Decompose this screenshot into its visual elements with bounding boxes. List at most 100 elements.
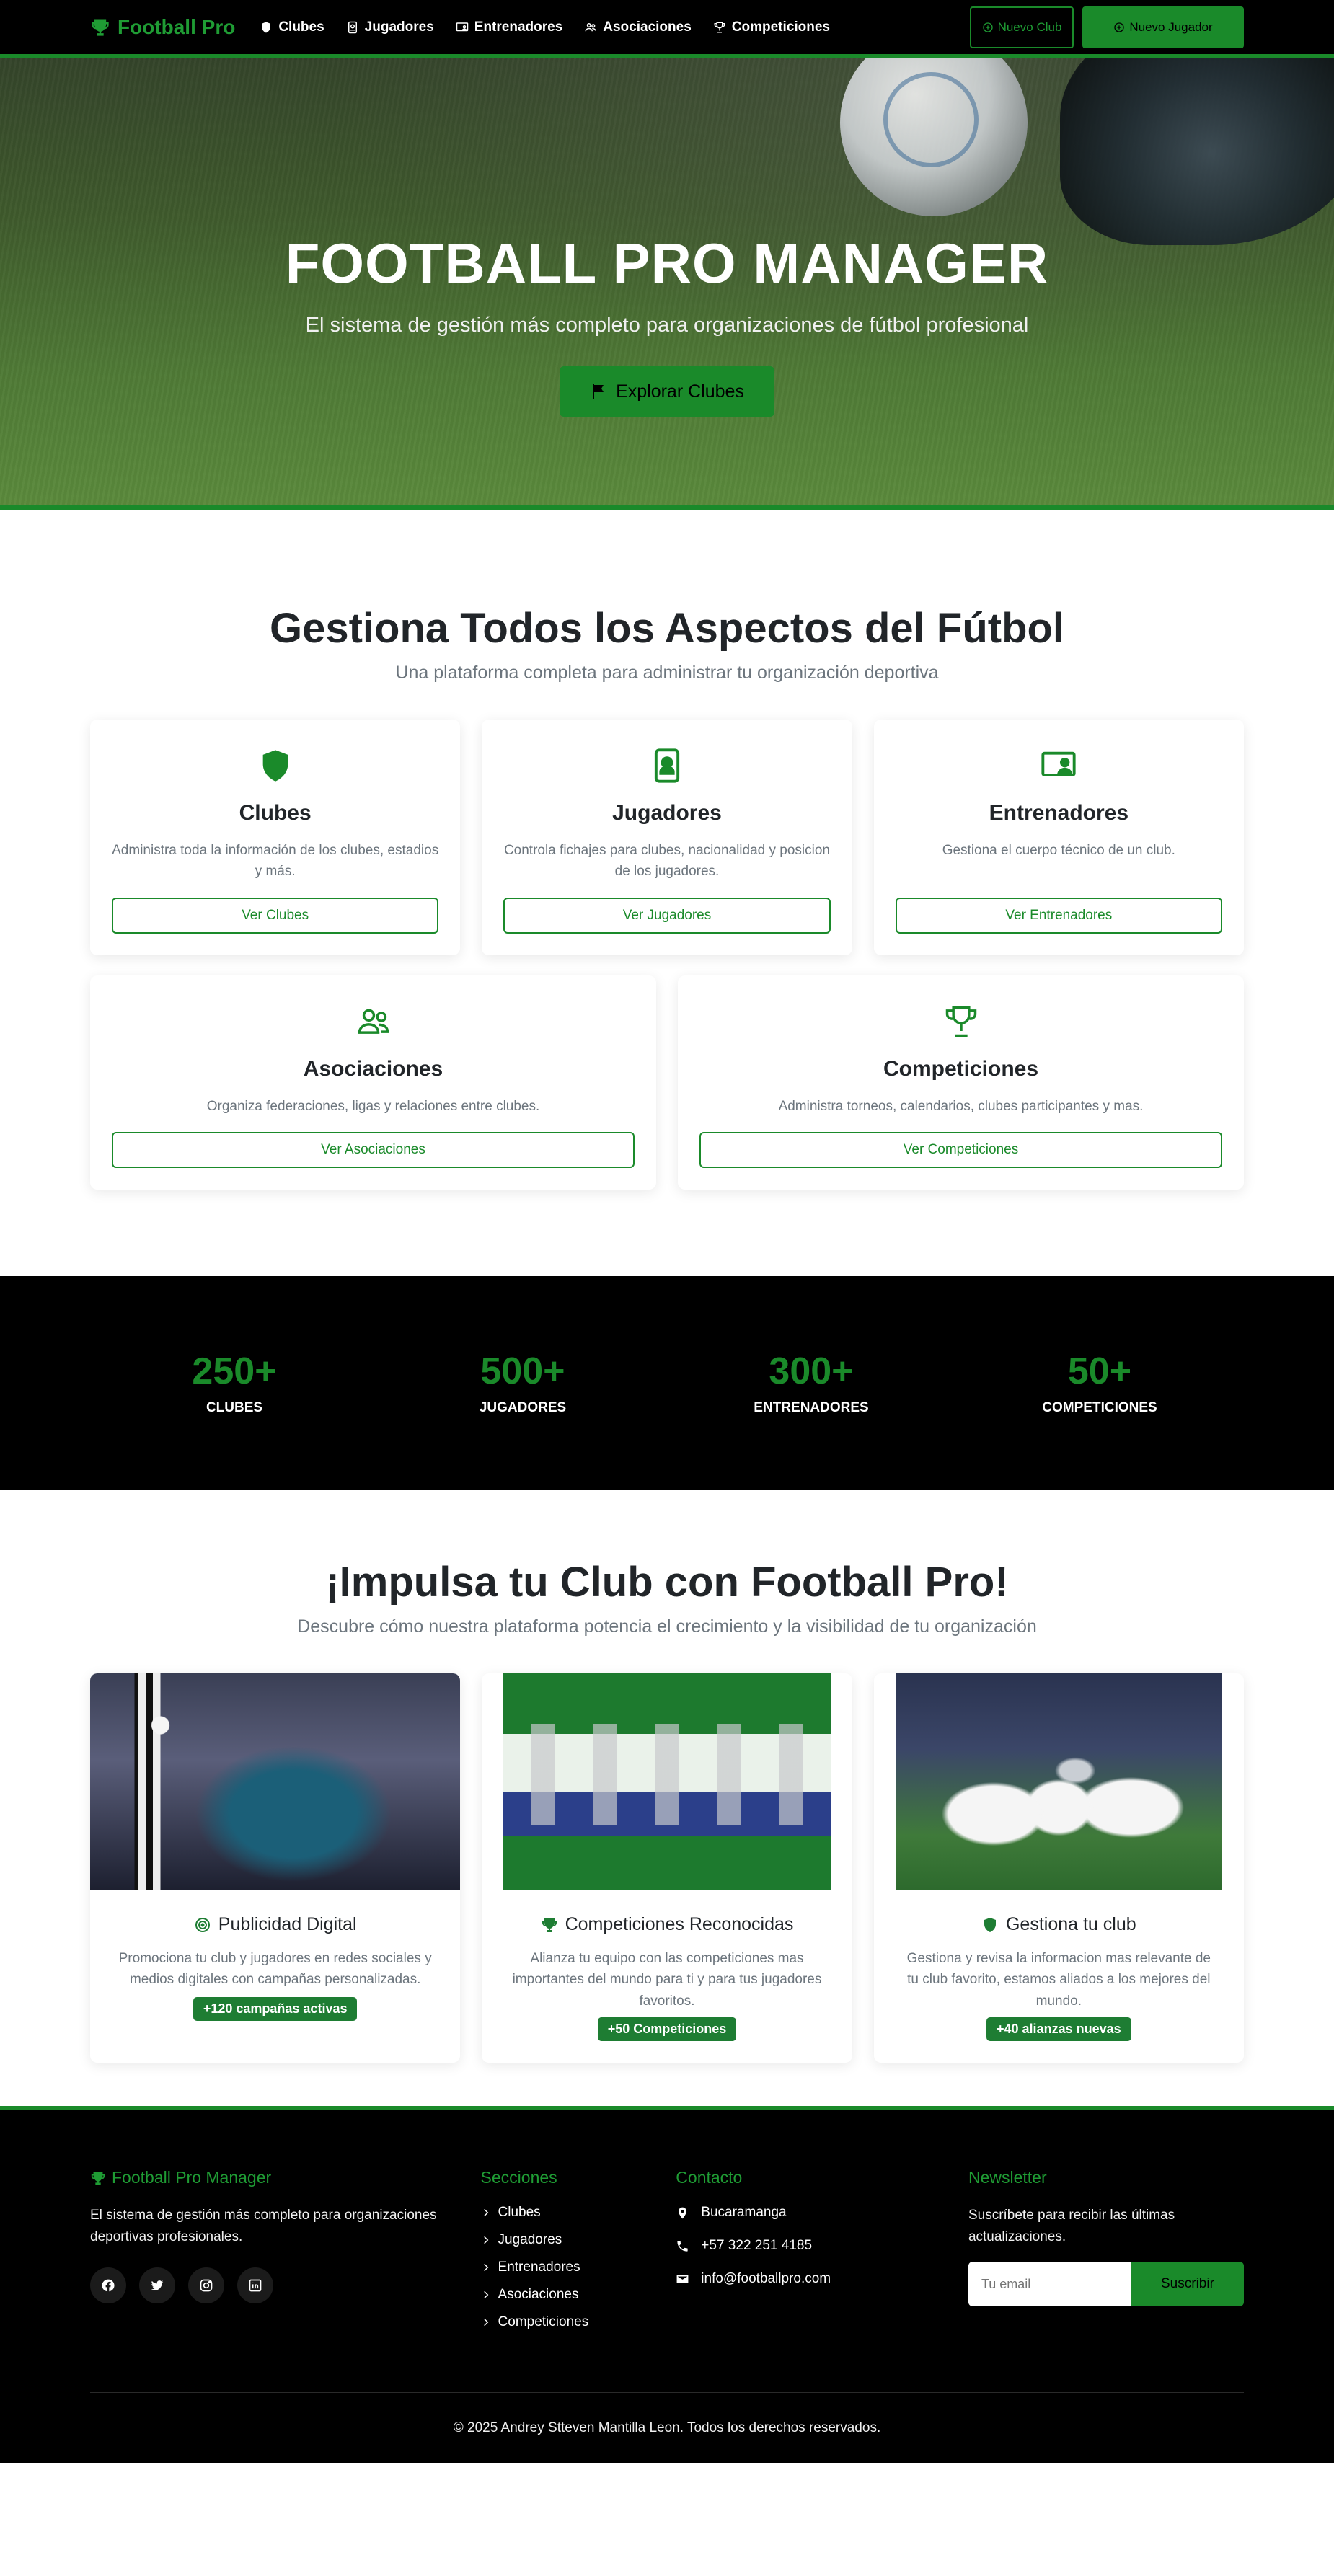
nav-item-jugadores[interactable]: Jugadores bbox=[346, 19, 434, 35]
footer-link-label: Entrenadores bbox=[498, 2259, 580, 2275]
brand-logo[interactable]: Football Pro bbox=[90, 16, 235, 39]
card-title: Asociaciones bbox=[303, 1057, 443, 1081]
promo-section: ¡Impulsa tu Club con Football Pro! Descu… bbox=[0, 1490, 1334, 2106]
promo-card-title: Competiciones Reconocidas bbox=[482, 1914, 852, 1935]
footer-about: Football Pro Manager El sistema de gesti… bbox=[90, 2168, 481, 2342]
footer-link-clubes[interactable]: Clubes bbox=[481, 2205, 676, 2221]
footer-link-asociaciones[interactable]: Asociaciones bbox=[481, 2287, 676, 2303]
bicycle-kick-photo bbox=[90, 1673, 461, 1890]
contact-email-address: info@footballpro.com bbox=[701, 2271, 831, 2287]
subscribe-button[interactable]: Suscribir bbox=[1131, 2262, 1244, 2307]
nav-item-asociaciones[interactable]: Asociaciones bbox=[584, 19, 692, 35]
contact-email: info@footballpro.com bbox=[676, 2271, 968, 2287]
view-associations-button[interactable]: Ver Asociaciones bbox=[112, 1132, 635, 1168]
feature-card-jugadores: Jugadores Controla fichajes para clubes,… bbox=[482, 720, 852, 955]
promo-card-title-text: Competiciones Reconocidas bbox=[565, 1914, 794, 1934]
nav-item-label: Entrenadores bbox=[474, 19, 563, 35]
view-coaches-button[interactable]: Ver Entrenadores bbox=[895, 898, 1222, 934]
stat-value: 500+ bbox=[480, 1350, 565, 1392]
stats-band: 250+ CLUBES 500+ JUGADORES 300+ ENTRENAD… bbox=[0, 1276, 1334, 1490]
promo-card-description: Gestiona y revisa la informacion mas rel… bbox=[906, 1951, 1211, 2009]
coach-icon bbox=[456, 22, 469, 31]
people-icon bbox=[358, 1009, 389, 1034]
shield-icon bbox=[262, 22, 271, 32]
footer-newsletter-title: Newsletter bbox=[968, 2168, 1047, 2187]
facebook-link[interactable] bbox=[90, 2267, 126, 2304]
card-title: Clubes bbox=[239, 801, 312, 825]
view-competitions-button[interactable]: Ver Competiciones bbox=[699, 1132, 1222, 1168]
id-badge-icon bbox=[348, 21, 357, 33]
contact-phone: +57 322 251 4185 bbox=[676, 2238, 968, 2254]
card-description: Administra torneos, calendarios, clubes … bbox=[778, 1099, 1144, 1114]
promo-card-title: Gestiona tu club bbox=[874, 1914, 1244, 1935]
stat-clubes: 250+ CLUBES bbox=[90, 1350, 379, 1416]
footer-link-jugadores[interactable]: Jugadores bbox=[481, 2232, 676, 2248]
new-player-button[interactable]: Nuevo Jugador bbox=[1082, 6, 1244, 48]
promo-grid: Publicidad Digital Promociona tu club y … bbox=[90, 1673, 1244, 2063]
hero-content: FOOTBALL PRO MANAGER El sistema de gesti… bbox=[0, 231, 1334, 417]
footer-columns: Football Pro Manager El sistema de gesti… bbox=[90, 2168, 1244, 2342]
flag-icon bbox=[593, 384, 604, 399]
footer-link-entrenadores[interactable]: Entrenadores bbox=[481, 2259, 676, 2275]
stat-jugadores: 500+ JUGADORES bbox=[379, 1350, 667, 1416]
footer-contact: Contacto Bucaramanga +57 322 251 4185 in… bbox=[676, 2168, 968, 2342]
new-club-label: Nuevo Club bbox=[997, 19, 1062, 34]
trophy-icon bbox=[714, 22, 725, 32]
footer-contact-title: Contacto bbox=[676, 2168, 743, 2187]
features-row-1: Clubes Administra toda la información de… bbox=[90, 720, 1244, 955]
trophy-icon bbox=[542, 1918, 557, 1932]
feature-card-competiciones: Competiciones Administra torneos, calend… bbox=[678, 975, 1244, 1190]
hero-subtitle: El sistema de gestión más completo para … bbox=[305, 314, 1029, 337]
nav-item-entrenadores[interactable]: Entrenadores bbox=[456, 19, 562, 35]
trophy-icon bbox=[91, 2172, 105, 2185]
linkedin-link[interactable] bbox=[237, 2267, 273, 2304]
promo-card-description: Alianza tu equipo con las competiciones … bbox=[512, 1951, 822, 2009]
card-title: Entrenadores bbox=[989, 801, 1129, 825]
soccer-ball-image bbox=[840, 58, 1028, 216]
card-title: Competiciones bbox=[883, 1057, 1039, 1081]
stat-value: 300+ bbox=[769, 1350, 854, 1392]
nav-item-clubes[interactable]: Clubes bbox=[260, 19, 324, 35]
copyright: © 2025 Andrey Stteven Mantilla Leon. Tod… bbox=[90, 2392, 1244, 2463]
chevron-right-icon bbox=[483, 2291, 488, 2299]
nav-item-competiciones[interactable]: Competiciones bbox=[713, 19, 830, 35]
phone-icon bbox=[677, 2241, 688, 2252]
promo-card-title-text: Gestiona tu club bbox=[1005, 1914, 1136, 1934]
instagram-link[interactable] bbox=[188, 2267, 224, 2304]
footer-brand: Football Pro Manager bbox=[90, 2168, 481, 2187]
features-section: Gestiona Todos los Aspectos del Fútbol U… bbox=[0, 510, 1334, 1276]
nav-item-label: Clubes bbox=[278, 19, 324, 35]
promo-card-competiciones: Competiciones Reconocidas Alianza tu equ… bbox=[482, 1673, 852, 2063]
social-links bbox=[90, 2267, 481, 2304]
new-club-button[interactable]: Nuevo Club bbox=[970, 6, 1074, 48]
hero-banner: FOOTBALL PRO MANAGER El sistema de gesti… bbox=[0, 58, 1334, 510]
stat-entrenadores: 300+ ENTRENADORES bbox=[667, 1350, 955, 1416]
newsletter-email-input[interactable] bbox=[968, 2262, 1131, 2307]
twitter-link[interactable] bbox=[139, 2267, 175, 2304]
twitter-icon bbox=[151, 2280, 164, 2290]
footer-link-competiciones[interactable]: Competiciones bbox=[481, 2314, 676, 2330]
people-icon bbox=[585, 22, 596, 31]
card-description: Organiza federaciones, ligas y relacione… bbox=[206, 1099, 540, 1114]
chevron-right-icon bbox=[483, 2264, 488, 2272]
team-celebration-photo bbox=[895, 1673, 1222, 1890]
linkedin-icon bbox=[249, 2279, 262, 2292]
view-clubs-button[interactable]: Ver Clubes bbox=[112, 898, 439, 934]
chevron-right-icon bbox=[483, 2319, 488, 2327]
bullseye-icon bbox=[195, 1917, 210, 1932]
plus-circle-icon bbox=[982, 22, 993, 32]
feature-card-clubes: Clubes Administra toda la información de… bbox=[90, 720, 461, 955]
footer-link-label: Asociaciones bbox=[498, 2287, 579, 2303]
status-badge: +120 campañas activas bbox=[193, 1997, 358, 2021]
hero-title: FOOTBALL PRO MANAGER bbox=[285, 231, 1049, 295]
view-players-button[interactable]: Ver Jugadores bbox=[503, 898, 831, 934]
explore-clubs-button[interactable]: Explorar Clubes bbox=[560, 366, 774, 417]
footer-about-text: El sistema de gestión más completo para … bbox=[90, 2208, 437, 2244]
navbar: Football Pro Clubes Jugadores Entrenador… bbox=[0, 0, 1334, 58]
trophy-icon bbox=[945, 1006, 976, 1037]
plus-circle-icon bbox=[1114, 22, 1125, 32]
stat-label: CLUBES bbox=[206, 1400, 263, 1415]
nav-actions: Nuevo Club Nuevo Jugador bbox=[970, 6, 1244, 48]
stat-value: 50+ bbox=[1067, 1350, 1132, 1392]
features-title: Gestiona Todos los Aspectos del Fútbol bbox=[269, 605, 1065, 652]
